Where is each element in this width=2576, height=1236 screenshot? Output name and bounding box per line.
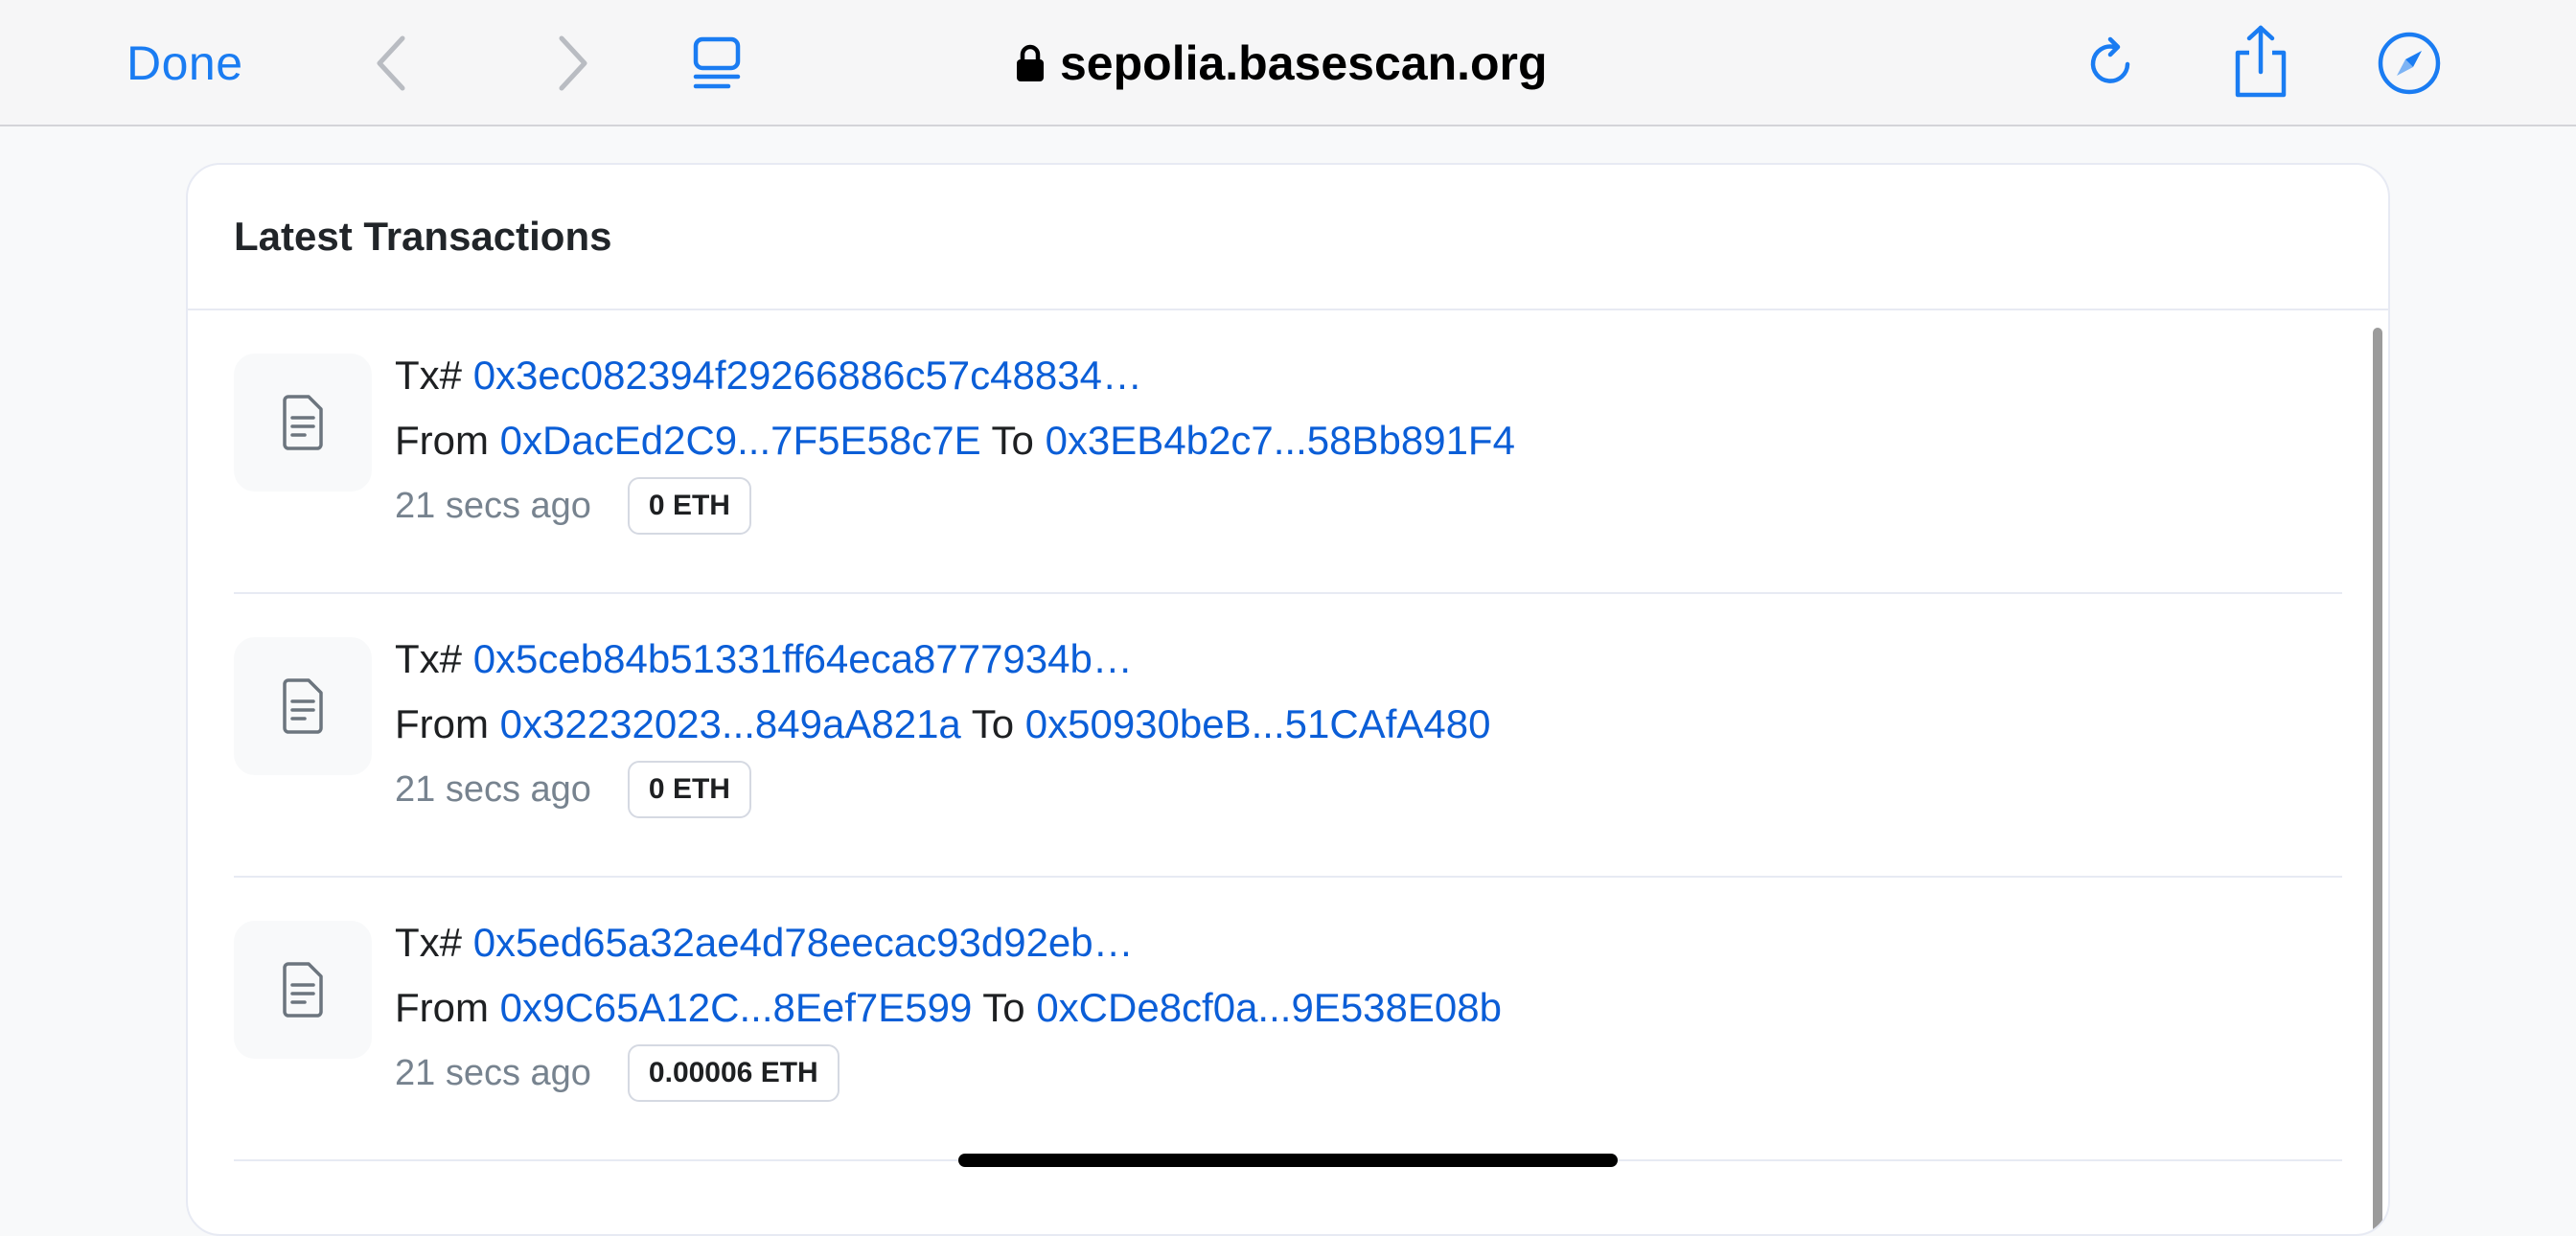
forward-button[interactable] bbox=[544, 31, 602, 96]
tx-hash-link[interactable]: 0x3ec082394f29266886c57c48834… bbox=[473, 353, 1142, 398]
tx-hash-link[interactable]: 0x5ed65a32ae4d78eecac93d92eb… bbox=[473, 920, 1134, 965]
tx-age: 21 secs ago bbox=[395, 1053, 591, 1093]
tx-label: Tx# bbox=[395, 353, 463, 398]
reload-button[interactable] bbox=[2082, 33, 2143, 94]
to-address-link[interactable]: 0xCDe8cf0a...9E538E08b bbox=[1036, 985, 1502, 1030]
tx-age: 21 secs ago bbox=[395, 769, 591, 810]
document-icon bbox=[283, 962, 323, 1018]
to-address-link[interactable]: 0x50930beB...51CAfA480 bbox=[1025, 701, 1491, 746]
reload-icon bbox=[2090, 36, 2130, 83]
document-icon bbox=[283, 678, 323, 734]
to-label: To bbox=[971, 701, 1015, 746]
to-label: To bbox=[982, 985, 1025, 1030]
back-button[interactable] bbox=[362, 31, 420, 96]
tab-overview-icon bbox=[693, 36, 741, 89]
from-label: From bbox=[395, 985, 489, 1030]
chevron-right-icon bbox=[559, 35, 587, 91]
tx-age: 21 secs ago bbox=[395, 486, 591, 526]
transaction-row: Tx# 0x3ec082394f29266886c57c48834… From … bbox=[234, 310, 2342, 594]
from-address-link[interactable]: 0x32232023...849aA821a bbox=[500, 701, 961, 746]
value-badge: 0.00006 ETH bbox=[627, 1044, 840, 1102]
compass-button[interactable] bbox=[2375, 29, 2444, 98]
from-address-link[interactable]: 0xDacEd2C9...7F5E58c7E bbox=[500, 418, 981, 463]
browser-toolbar: Done sepolia.basescan.org bbox=[0, 0, 2576, 126]
latest-transactions-card: Latest Transactions Tx# 0x3ec082394f2926… bbox=[186, 163, 2390, 1236]
transaction-row: Tx# 0x5ed65a32ae4d78eecac93d92eb… From 0… bbox=[234, 878, 2342, 1161]
transaction-list: Tx# 0x3ec082394f29266886c57c48834… From … bbox=[234, 310, 2342, 1161]
card-title: Latest Transactions bbox=[234, 214, 612, 259]
transaction-row: Tx# 0x5ceb84b51331ff64eca8777934b… From … bbox=[234, 594, 2342, 878]
share-button[interactable] bbox=[2225, 21, 2296, 102]
card-scrollbar[interactable] bbox=[2373, 328, 2382, 1234]
transaction-icon-box bbox=[234, 354, 372, 492]
transaction-icon-box bbox=[234, 637, 372, 775]
card-header: Latest Transactions bbox=[188, 165, 2388, 310]
tab-overview-button[interactable] bbox=[686, 33, 748, 94]
url-text: sepolia.basescan.org bbox=[1060, 36, 1548, 90]
home-indicator[interactable] bbox=[958, 1154, 1618, 1167]
lock-icon bbox=[1016, 44, 1045, 82]
compass-icon bbox=[2378, 32, 2441, 95]
from-address-link[interactable]: 0x9C65A12C...8Eef7E599 bbox=[500, 985, 973, 1030]
tx-hash-link[interactable]: 0x5ceb84b51331ff64eca8777934b… bbox=[473, 636, 1133, 681]
to-address-link[interactable]: 0x3EB4b2c7...58Bb891F4 bbox=[1046, 418, 1515, 463]
value-badge: 0 ETH bbox=[627, 761, 751, 818]
value-badge: 0 ETH bbox=[627, 477, 751, 535]
from-label: From bbox=[395, 418, 489, 463]
document-icon bbox=[283, 395, 323, 450]
from-label: From bbox=[395, 701, 489, 746]
chevron-left-icon bbox=[377, 35, 405, 91]
address-bar[interactable]: sepolia.basescan.org bbox=[1016, 29, 1548, 98]
transaction-icon-box bbox=[234, 921, 372, 1059]
tx-label: Tx# bbox=[395, 920, 463, 965]
tx-label: Tx# bbox=[395, 636, 463, 681]
share-icon bbox=[2235, 25, 2287, 98]
done-button[interactable]: Done bbox=[126, 33, 243, 94]
to-label: To bbox=[991, 418, 1034, 463]
